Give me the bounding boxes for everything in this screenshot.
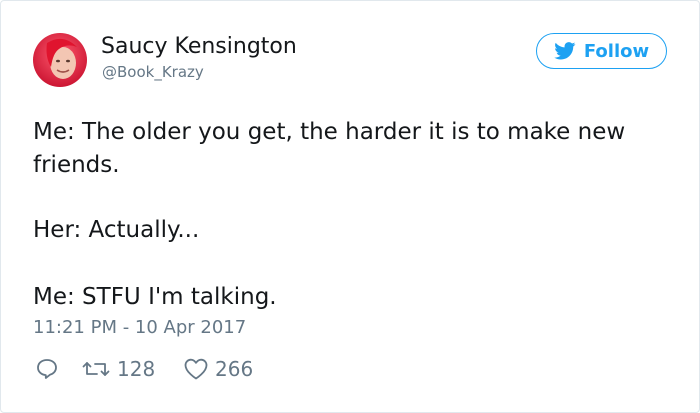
author-display-name[interactable]: Saucy Kensington (101, 34, 297, 59)
avatar[interactable] (33, 33, 87, 87)
author-handle[interactable]: @Book_Krazy (102, 63, 204, 81)
retweet-count: 128 (117, 357, 156, 381)
tweet-text-line-2: friends. (33, 152, 120, 178)
tweet-timestamp[interactable]: 11:21 PM - 10 Apr 2017 (33, 317, 246, 338)
reply-icon (37, 359, 57, 379)
tweet-text-line-1: Me: The older you get, the harder it is … (33, 119, 626, 145)
tweet-text-line-3: Her: Actually... (33, 217, 200, 243)
tweet-card: Saucy Kensington @Book_Krazy Follow Me: … (0, 0, 700, 413)
tweet-text-line-4: Me: STFU I'm talking. (33, 284, 277, 310)
reply-button[interactable] (35, 357, 59, 381)
like-count: 266 (215, 357, 254, 381)
twitter-bird-icon (554, 42, 576, 60)
like-button[interactable]: 266 (183, 357, 253, 381)
heart-icon (184, 358, 208, 380)
retweet-icon (82, 362, 110, 376)
follow-button[interactable]: Follow (536, 33, 667, 69)
follow-label: Follow (583, 40, 650, 62)
retweet-button[interactable]: 128 (81, 357, 155, 381)
